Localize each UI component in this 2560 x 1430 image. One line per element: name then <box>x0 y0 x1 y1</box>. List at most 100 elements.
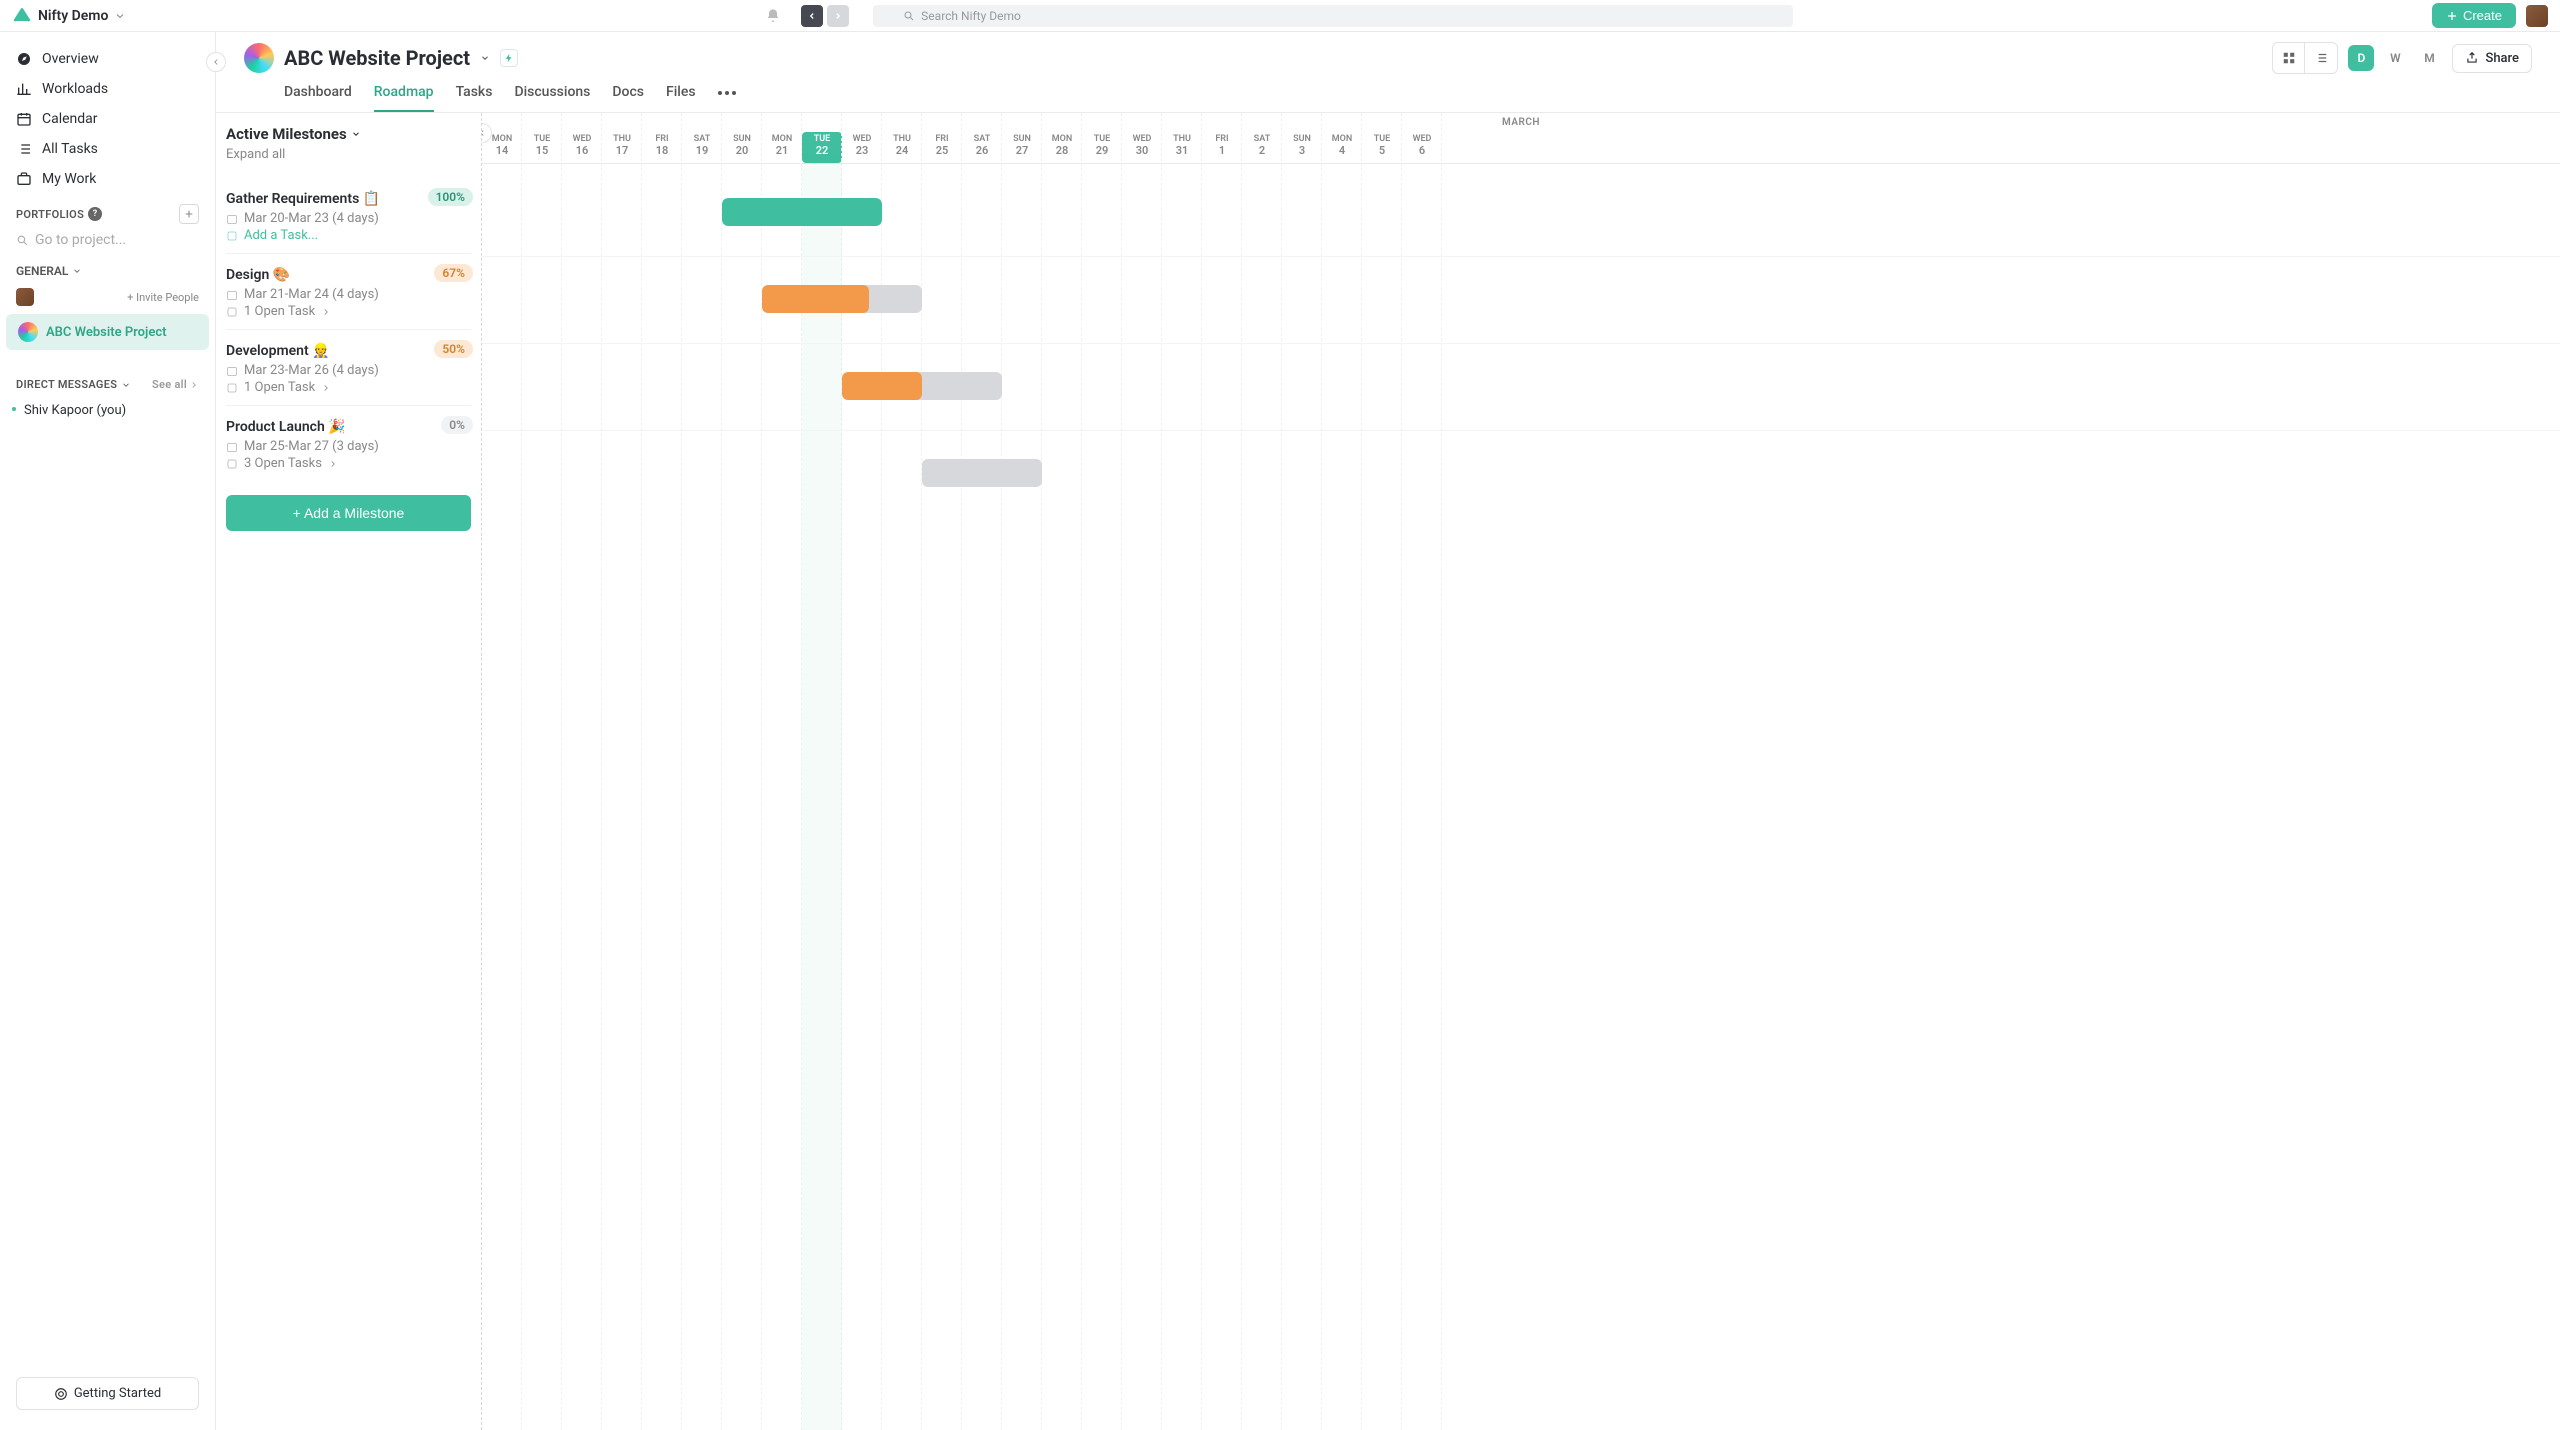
dm-label: DIRECT MESSAGES <box>16 378 117 391</box>
share-button[interactable]: Share <box>2452 44 2532 73</box>
milestone-tasks-link[interactable]: 1 Open Task <box>226 304 471 319</box>
timeline-day[interactable]: WED16 <box>562 132 602 163</box>
collapse-sidebar-button[interactable] <box>206 52 226 72</box>
mini-avatar[interactable] <box>16 288 34 306</box>
zoom-day-button[interactable]: D <box>2348 45 2374 71</box>
milestone-bar[interactable] <box>922 459 1042 487</box>
tasks-icon <box>226 458 238 470</box>
nav-label: Workloads <box>42 81 108 97</box>
list-view-button[interactable] <box>2305 43 2337 73</box>
milestone-tasks-link[interactable]: 1 Open Task <box>226 380 471 395</box>
timeline-day[interactable]: SUN20 <box>722 132 762 163</box>
timeline-day[interactable]: THU17 <box>602 132 642 163</box>
timeline-day[interactable]: MON21 <box>762 132 802 163</box>
timeline-day[interactable]: THU24 <box>882 132 922 163</box>
zoom-week-button[interactable]: W <box>2382 45 2408 71</box>
add-task-link[interactable]: Add a Task... <box>226 228 471 243</box>
timeline-day[interactable]: SAT2 <box>1242 132 1282 163</box>
tab-roadmap[interactable]: Roadmap <box>374 76 434 112</box>
zoom-month-button[interactable]: M <box>2416 45 2442 71</box>
add-portfolio-button[interactable] <box>179 204 199 224</box>
timeline-day[interactable]: WED30 <box>1122 132 1162 163</box>
sidebar-project-abc[interactable]: ABC Website Project <box>6 314 209 350</box>
milestone-bar[interactable] <box>842 372 1002 400</box>
tab-discussions[interactable]: Discussions <box>514 76 590 112</box>
topbar-right: Create <box>2432 3 2548 28</box>
timeline-day[interactable]: SAT19 <box>682 132 722 163</box>
share-label: Share <box>2485 51 2519 66</box>
project-tabs: Dashboard Roadmap Tasks Discussions Docs… <box>284 76 2532 112</box>
milestone-item[interactable]: Product Launch 🎉 0% Mar 25-Mar 27 (3 day… <box>226 405 471 481</box>
help-icon[interactable]: ? <box>88 207 102 221</box>
timeline-month: MARCH <box>482 113 2560 132</box>
milestone-percent: 100% <box>428 188 473 206</box>
milestone-bar[interactable] <box>722 198 882 226</box>
list-icon <box>2314 51 2328 65</box>
timeline-day[interactable]: THU31 <box>1162 132 1202 163</box>
tasks-icon <box>226 382 238 394</box>
milestone-dates: Mar 25-Mar 27 (3 days) <box>226 439 471 454</box>
timeline-day[interactable]: SAT26 <box>962 132 1002 163</box>
timeline-day[interactable]: TUE5 <box>1362 132 1402 163</box>
search-input[interactable]: Search Nifty Demo <box>873 5 1793 27</box>
timeline-day[interactable]: FRI25 <box>922 132 962 163</box>
timeline-day[interactable]: MON28 <box>1042 132 1082 163</box>
timeline-day[interactable]: TUE15 <box>522 132 562 163</box>
sidebar-overview[interactable]: Overview <box>0 44 215 74</box>
timeline-day[interactable]: FRI18 <box>642 132 682 163</box>
share-icon <box>2465 51 2479 65</box>
milestone-item[interactable]: Gather Requirements 📋 100% Mar 20-Mar 23… <box>226 178 471 253</box>
automation-button[interactable] <box>500 49 518 67</box>
milestone-filter[interactable]: Active Milestones <box>226 121 471 147</box>
main: Overview Workloads Calendar All Tasks My… <box>0 32 2560 1430</box>
milestone-tasks-link[interactable]: 3 Open Tasks <box>226 456 471 471</box>
dm-header: DIRECT MESSAGES See all <box>0 368 215 397</box>
sidebar-calendar[interactable]: Calendar <box>0 104 215 134</box>
timeline-day[interactable]: MON4 <box>1322 132 1362 163</box>
milestone-filter-label: Active Milestones <box>226 125 347 143</box>
timeline-day[interactable]: FRI1 <box>1202 132 1242 163</box>
getting-started-button[interactable]: Getting Started <box>16 1377 199 1410</box>
sidebar-mywork[interactable]: My Work <box>0 164 215 194</box>
create-button[interactable]: Create <box>2432 3 2516 28</box>
milestone-dates: Mar 21-Mar 24 (4 days) <box>226 287 471 302</box>
project-search[interactable]: Go to project... <box>0 230 215 260</box>
see-all-link[interactable]: See all <box>152 378 199 391</box>
project-color-icon <box>18 322 38 342</box>
user-avatar[interactable] <box>2526 5 2548 27</box>
notifications-icon[interactable] <box>765 8 781 24</box>
timeline-day[interactable]: WED6 <box>1402 132 1442 163</box>
milestone-percent: 50% <box>434 340 473 358</box>
tab-dashboard[interactable]: Dashboard <box>284 76 352 112</box>
workspace-switcher[interactable]: Nifty Demo <box>12 6 126 26</box>
dm-user-self[interactable]: Shiv Kapoor (you) <box>0 397 215 424</box>
sidebar: Overview Workloads Calendar All Tasks My… <box>0 32 216 1430</box>
nav-label: Calendar <box>42 111 98 127</box>
calendar-icon <box>16 111 32 127</box>
timeline-day[interactable]: SUN3 <box>1282 132 1322 163</box>
chevron-right-icon <box>321 307 331 317</box>
workspace-name: Nifty Demo <box>38 8 108 24</box>
timeline-day[interactable]: TUE29 <box>1082 132 1122 163</box>
timeline-day[interactable]: SUN27 <box>1002 132 1042 163</box>
grid-view-button[interactable] <box>2273 43 2305 73</box>
general-header[interactable]: GENERAL <box>0 260 215 282</box>
milestone-item[interactable]: Design 🎨 67% Mar 21-Mar 24 (4 days) 1 Op… <box>226 253 471 329</box>
tab-files[interactable]: Files <box>666 76 696 112</box>
milestone-item[interactable]: Development 👷 50% Mar 23-Mar 26 (4 days)… <box>226 329 471 405</box>
expand-all-link[interactable]: Expand all <box>226 147 471 162</box>
sidebar-workloads[interactable]: Workloads <box>0 74 215 104</box>
timeline-day[interactable]: WED23 <box>842 132 882 163</box>
invite-people-link[interactable]: + Invite People <box>127 291 199 304</box>
chevron-down-icon[interactable] <box>480 53 490 63</box>
list-icon <box>16 141 32 157</box>
nav-back-button[interactable] <box>801 5 823 27</box>
add-milestone-button[interactable]: + Add a Milestone <box>226 495 471 531</box>
tab-tasks[interactable]: Tasks <box>456 76 493 112</box>
tab-docs[interactable]: Docs <box>612 76 644 112</box>
milestone-bar[interactable] <box>762 285 922 313</box>
tabs-more-button[interactable] <box>718 76 736 112</box>
chevron-down-icon <box>114 10 126 22</box>
project-title-row: ABC Website Project D W M Share <box>244 42 2532 74</box>
sidebar-alltasks[interactable]: All Tasks <box>0 134 215 164</box>
